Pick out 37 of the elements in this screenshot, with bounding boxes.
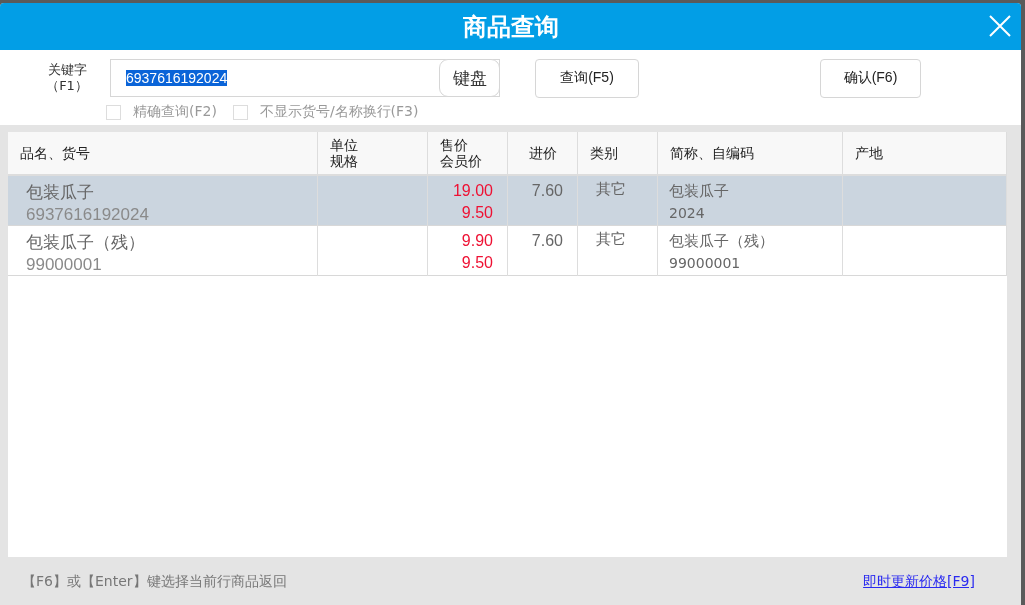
query-button[interactable]: 查询(F5) [535, 58, 639, 98]
member-price-cell-text: 9.50 [460, 203, 493, 223]
category-cell-text: 其它 [596, 230, 627, 249]
product-name: 包装瓜子 [26, 181, 95, 204]
column-header: 售价 会员价 [428, 132, 508, 174]
close-icon [989, 15, 1011, 37]
category-cell-text: 其它 [596, 180, 627, 199]
window-title: 商品查询 [462, 10, 559, 43]
cost-cell-text: 7.60 [530, 181, 563, 201]
column-header: 单位 规格 [318, 132, 428, 174]
short-name-cell-text: 包装瓜子（残） [669, 231, 775, 252]
keyword-label: 关键字 （F1） [45, 62, 89, 94]
column-header: 类别 [578, 132, 658, 174]
confirm-button[interactable]: 确认(F6) [820, 58, 921, 98]
product-name: 包装瓜子（残） [26, 231, 146, 254]
short-name-cell-text: 包装瓜子 [669, 181, 730, 202]
product-code: 6937616192024 [26, 204, 150, 226]
keyboard-button[interactable]: 键盘 [439, 59, 500, 97]
self-code-cell-text: 99000001 [669, 254, 742, 273]
column-header: 品名、货号 [8, 132, 318, 174]
checkbox[interactable] [106, 104, 121, 120]
table-row[interactable]: 包装瓜子 6937616192024 19.00 9.50 7.60 其它 包装瓜子 2024 [8, 176, 1007, 226]
checkbox[interactable] [232, 104, 248, 120]
table-row[interactable]: 包装瓜子（残） 99000001 9.90 9.50 7.60 其它 包装瓜子（残） 99000001 [8, 226, 1007, 276]
column-header: 产地 [843, 132, 1007, 174]
price-cell-text: 19.00 [451, 181, 493, 201]
update-price-link[interactable]: 即时更新价格[F9] [863, 572, 975, 591]
column-header: 简称、自编码 [658, 132, 843, 174]
member-price-cell-text: 9.50 [460, 253, 493, 273]
self-code-cell-text: 2024 [669, 204, 706, 223]
product-code: 99000001 [26, 254, 103, 276]
search-field[interactable]: 6937616192024 键盘 [110, 59, 500, 97]
close-button[interactable] [989, 15, 1011, 37]
footer-hint: 【F6】或【Enter】键选择当前行商品返回 [22, 572, 287, 591]
cost-cell-text: 7.60 [530, 231, 563, 251]
column-header: 进价 [508, 132, 578, 174]
price-cell-text: 9.90 [460, 231, 493, 251]
